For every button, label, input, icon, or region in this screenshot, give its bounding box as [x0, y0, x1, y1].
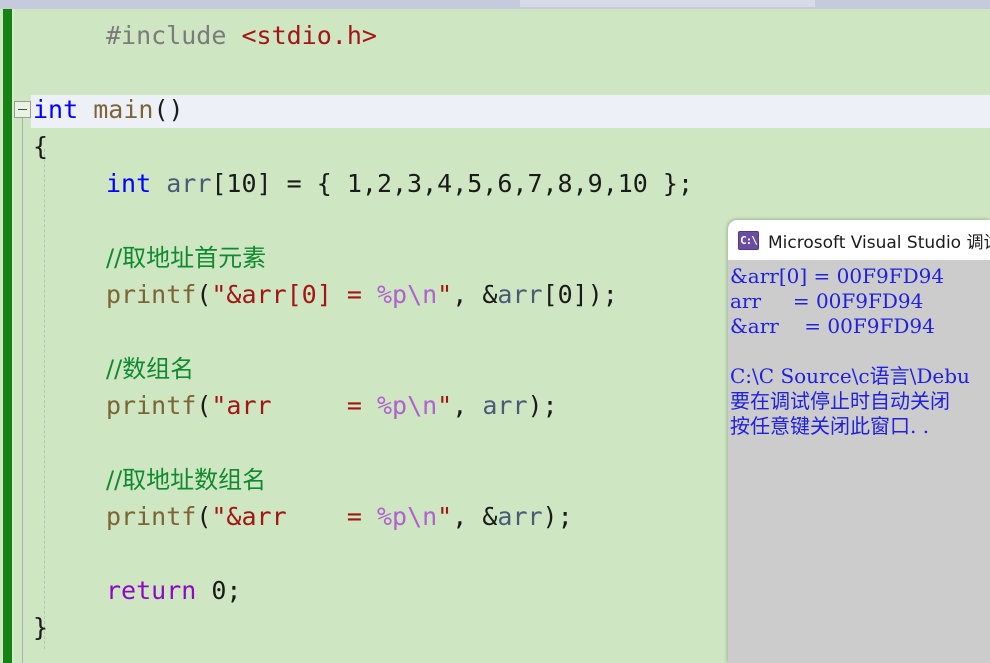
code-token: int	[33, 95, 79, 124]
console-output-line: 按任意键关闭此窗口. .	[730, 414, 930, 438]
code-token: }	[33, 613, 49, 642]
code-token: (	[196, 502, 212, 531]
console-app-icon-glyph: C:\	[740, 233, 758, 247]
code-token: //数组名	[106, 355, 195, 383]
horizontal-scrollbar-thumb[interactable]	[520, 0, 815, 7]
code-token: ()	[153, 95, 184, 124]
console-output-line: arr = 00F9FD94	[730, 289, 924, 313]
code-token: arr	[482, 391, 528, 420]
code-token: printf	[106, 280, 197, 309]
console-output-line: &arr[0] = 00F9FD94	[730, 264, 945, 288]
code-token: arr	[166, 169, 212, 198]
code-token: %p	[376, 502, 408, 531]
code-line: return 0;	[106, 572, 241, 609]
horizontal-scrollbar[interactable]	[0, 0, 990, 9]
console-output-line: &arr = 00F9FD94	[730, 314, 935, 338]
console-window-title: Microsoft Visual Studio 调试	[768, 232, 990, 253]
code-line: }	[33, 609, 48, 646]
code-token: \n	[407, 502, 438, 531]
code-line: {	[33, 128, 48, 165]
code-token: (	[196, 280, 212, 309]
console-output-line: 要在调试停止时自动关闭	[730, 389, 950, 413]
screen: #include <stdio.h> int main(){int arr[10…	[0, 0, 990, 663]
code-token: printf	[106, 391, 197, 420]
code-token: 0;	[196, 576, 242, 605]
code-line: #include <stdio.h>	[106, 17, 377, 54]
code-token: \n	[407, 391, 438, 420]
console-output-line: C:\C Source\c语言\Debu	[730, 364, 970, 388]
code-line: printf("arr = %p\n", arr);	[106, 387, 558, 424]
code-token: "	[437, 391, 453, 420]
code-token: "&arr[0] =	[211, 280, 377, 309]
code-token: //取地址首元素	[106, 244, 267, 272]
code-token: printf	[106, 502, 197, 531]
code-token: , &	[452, 502, 498, 531]
code-token: "arr =	[211, 391, 377, 420]
code-token: <stdio.h>	[241, 21, 377, 50]
code-line: //数组名	[106, 350, 194, 388]
code-token: (	[196, 391, 212, 420]
console-output-area[interactable]: &arr[0] = 00F9FD94 arr = 00F9FD94 &arr = 0…	[728, 260, 990, 663]
code-token: {	[33, 132, 49, 161]
code-token: );	[542, 502, 573, 531]
code-token: //取地址数组名	[106, 466, 267, 494]
code-line: int arr[10] = { 1,2,3,4,5,6,7,8,9,10 };	[106, 165, 693, 202]
code-line: int main()	[33, 91, 184, 128]
debug-console-window[interactable]: C:\ Microsoft Visual Studio 调试 &arr[0] =…	[728, 220, 990, 663]
code-token: [10] = { 1,2,3,4,5,6,7,8,9,10 };	[211, 169, 694, 198]
code-line: printf("&arr = %p\n", &arr);	[106, 498, 573, 535]
code-token: return	[106, 576, 197, 605]
code-token: #include	[106, 21, 242, 50]
code-token: , &	[452, 280, 498, 309]
code-token: [0]);	[542, 280, 618, 309]
code-token: arr	[497, 502, 543, 531]
code-token: "	[437, 502, 453, 531]
code-token: ,	[452, 391, 483, 420]
code-line: //取地址数组名	[106, 461, 266, 499]
console-app-icon: C:\	[738, 230, 759, 250]
code-token: \n	[407, 280, 438, 309]
code-token: %p	[376, 391, 408, 420]
console-title-bar[interactable]: C:\ Microsoft Visual Studio 调试	[728, 220, 990, 260]
code-line: printf("&arr[0] = %p\n", &arr[0]);	[106, 276, 618, 313]
code-token: int	[106, 169, 152, 198]
code-token: main	[93, 95, 154, 124]
code-line: //取地址首元素	[106, 239, 266, 277]
code-token: "	[437, 280, 453, 309]
code-token: %p	[376, 280, 408, 309]
code-token: arr	[497, 280, 543, 309]
code-token: );	[527, 391, 558, 420]
code-token: "&arr =	[211, 502, 377, 531]
